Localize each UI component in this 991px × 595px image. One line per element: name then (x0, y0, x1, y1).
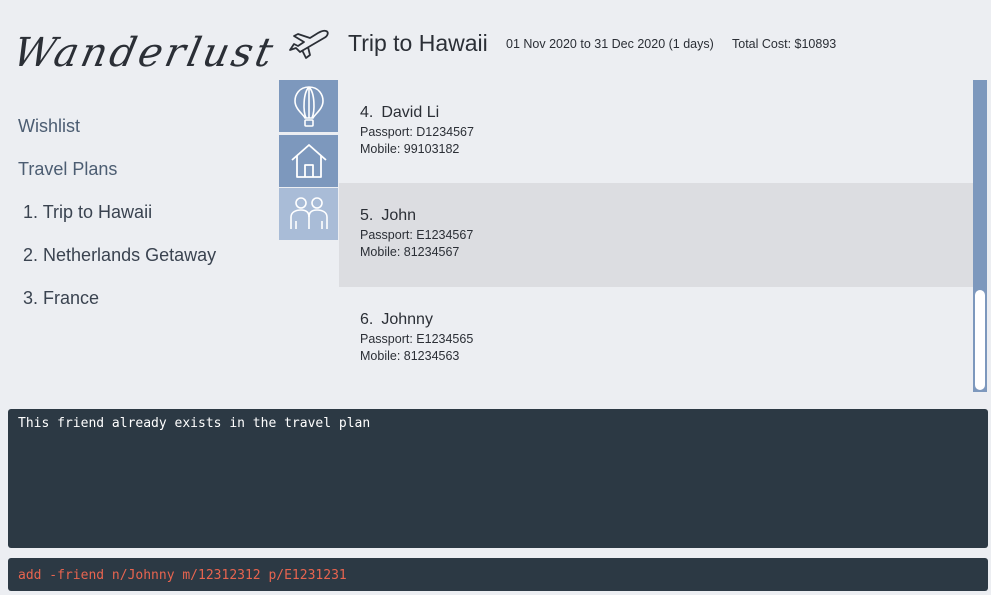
trip-dates: 01 Nov 2020 to 31 Dec 2020 (1 days) (506, 37, 714, 51)
friend-name: Johnny (381, 311, 433, 328)
airplane-icon (289, 29, 329, 59)
sidebar: Wanderlust Wishlist Travel Plans 1. Trip… (0, 0, 280, 402)
house-icon (290, 144, 327, 178)
total-cost: Total Cost: $10893 (732, 37, 837, 51)
friend-mobile: Mobile: 99103182 (360, 142, 460, 156)
friend-name-line: 6. Johnny (360, 311, 973, 329)
tab-accommodations[interactable] (279, 135, 338, 187)
friend-passport: Passport: E1234567 (360, 228, 474, 242)
friends-icon (289, 197, 328, 229)
plan-header: Trip to Hawaii 01 Nov 2020 to 31 Dec 202… (278, 0, 991, 80)
friend-name-line: 5. John (360, 207, 973, 225)
result-message: This friend already exists in the travel… (18, 416, 371, 431)
command-box[interactable] (8, 558, 988, 591)
friend-mobile: Mobile: 81234563 (360, 349, 460, 363)
plan-index: 2. (23, 245, 39, 265)
page-title: Trip to Hawaii (348, 30, 488, 56)
friend-index: 4. (360, 104, 374, 121)
plan-name: Netherlands Getaway (43, 245, 217, 265)
friend-index: 5. (360, 207, 374, 224)
sidebar-plan-item[interactable]: 3. France (23, 288, 99, 309)
friend-name: John (381, 207, 417, 224)
list-item[interactable]: 5. John Passport: E1234567 Mobile: 812345… (339, 183, 973, 287)
hot-air-balloon-icon (293, 86, 324, 127)
friend-name: David Li (381, 104, 440, 121)
friend-passport: Passport: D1234567 (360, 125, 474, 139)
plan-name: Trip to Hawaii (42, 202, 153, 222)
friends-list[interactable]: 4. David Li Passport: D1234567 Mobile: 99… (339, 80, 973, 392)
list-item[interactable]: 4. David Li Passport: D1234567 Mobile: 99… (339, 80, 973, 184)
plan-index: 1. (23, 202, 39, 222)
list-item[interactable]: 6. Johnny Passport: E1234565 Mobile: 8123… (339, 287, 973, 391)
sidebar-plan-item[interactable]: 1. Trip to Hawaii (23, 202, 152, 223)
friend-index: 6. (360, 311, 374, 328)
sidebar-item-wishlist[interactable]: Wishlist (18, 116, 80, 137)
app-logo: Wanderlust (9, 30, 280, 76)
friend-mobile: Mobile: 81234567 (360, 245, 460, 259)
plan-name: France (43, 288, 100, 308)
scrollbar-thumb[interactable] (975, 290, 985, 390)
result-display: This friend already exists in the travel… (8, 409, 988, 548)
sidebar-item-travel-plans[interactable]: Travel Plans (18, 159, 117, 180)
plan-index: 3. (23, 288, 39, 308)
tab-activities[interactable] (279, 80, 338, 132)
command-input[interactable] (18, 568, 978, 583)
tab-friends[interactable] (279, 188, 338, 240)
sidebar-plan-item[interactable]: 2. Netherlands Getaway (23, 245, 216, 266)
friend-passport: Passport: E1234565 (360, 332, 474, 346)
friend-name-line: 4. David Li (360, 104, 973, 122)
